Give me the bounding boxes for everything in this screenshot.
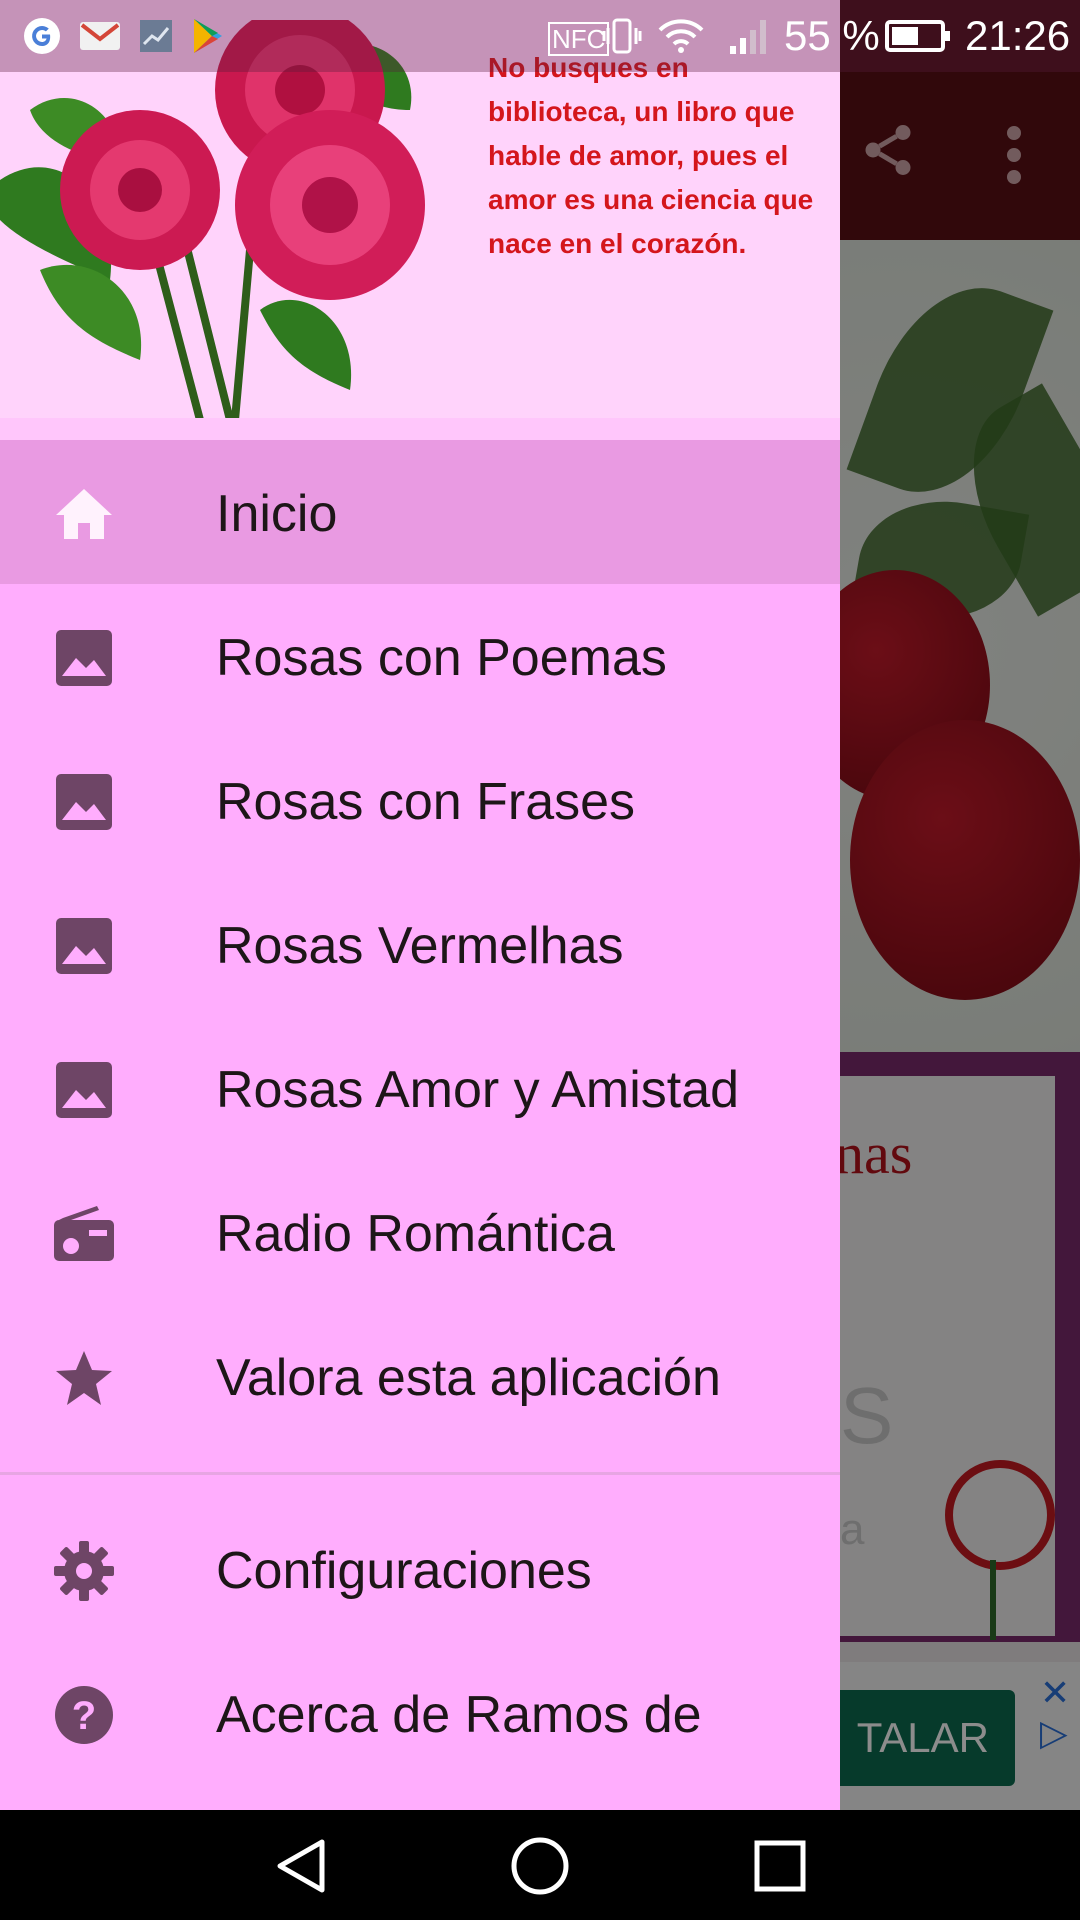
image-icon bbox=[52, 1062, 116, 1118]
drawer-menu: Inicio Rosas con Poemas Rosas con Frases… bbox=[0, 440, 840, 1785]
battery-icon bbox=[885, 20, 950, 52]
nfc-icon: NFC bbox=[548, 22, 610, 56]
wifi-icon bbox=[658, 19, 704, 53]
drawer-item-rosas-con-frases[interactable]: Rosas con Frases bbox=[0, 728, 840, 872]
drawer-item-label: Valora esta aplicación bbox=[216, 1349, 721, 1407]
help-icon: ? bbox=[52, 1686, 116, 1744]
status-bar: NFC 55 % 21:26 bbox=[0, 0, 1080, 72]
drawer-item-acerca-de[interactable]: ? Acerca de Ramos de bbox=[0, 1641, 840, 1785]
svg-text:?: ? bbox=[72, 1694, 96, 1738]
header-divider-strip bbox=[0, 418, 840, 440]
drawer-item-label: Rosas Vermelhas bbox=[216, 917, 624, 975]
battery-level bbox=[892, 27, 918, 45]
drawer-item-label: Radio Romántica bbox=[216, 1205, 615, 1263]
google-icon bbox=[24, 18, 60, 54]
drawer-item-inicio[interactable]: Inicio bbox=[0, 440, 840, 584]
drawer-item-rosas-vermelhas[interactable]: Rosas Vermelhas bbox=[0, 872, 840, 1016]
gear-icon bbox=[52, 1541, 116, 1601]
gmail-icon bbox=[80, 22, 120, 50]
drawer-item-label: Rosas con Poemas bbox=[216, 629, 667, 687]
stocks-icon bbox=[140, 20, 172, 52]
clock: 21:26 bbox=[965, 12, 1071, 59]
drawer-item-label: Acerca de Ramos de bbox=[216, 1686, 702, 1744]
home-circle-icon[interactable] bbox=[510, 1836, 570, 1896]
drawer-item-rosas-con-poemas[interactable]: Rosas con Poemas bbox=[0, 584, 840, 728]
drawer-item-radio-romantica[interactable]: Radio Romántica bbox=[0, 1160, 840, 1304]
battery-percent: 55 % bbox=[784, 12, 880, 59]
drawer-item-label: Rosas con Frases bbox=[216, 773, 636, 831]
image-icon bbox=[52, 774, 116, 830]
drawer-item-label: Inicio bbox=[216, 485, 338, 543]
drawer-item-rosas-amor-y-amistad[interactable]: Rosas Amor y Amistad bbox=[0, 1016, 840, 1160]
system-navigation-bar bbox=[0, 1810, 1080, 1920]
home-icon bbox=[52, 486, 116, 542]
header-quote: No busques en biblioteca, un libro que h… bbox=[488, 52, 814, 259]
drawer-item-valora-esta-aplicacion[interactable]: Valora esta aplicación bbox=[0, 1304, 840, 1448]
navigation-drawer: No busques en biblioteca, un libro que h… bbox=[0, 0, 840, 1810]
play-store-icon bbox=[194, 19, 222, 53]
drawer-item-configuraciones[interactable]: Configuraciones bbox=[0, 1497, 840, 1641]
image-icon bbox=[52, 918, 116, 974]
radio-icon bbox=[52, 1206, 116, 1262]
image-icon bbox=[52, 630, 116, 686]
roses-illustration bbox=[0, 20, 425, 418]
drawer-item-label: Rosas Amor y Amistad bbox=[216, 1061, 740, 1119]
back-icon[interactable] bbox=[274, 1838, 328, 1894]
star-icon bbox=[52, 1350, 116, 1406]
signal-icon bbox=[730, 20, 766, 54]
recents-icon[interactable] bbox=[754, 1840, 806, 1892]
vibrate-icon bbox=[602, 18, 642, 54]
drawer-item-label: Configuraciones bbox=[216, 1542, 592, 1600]
